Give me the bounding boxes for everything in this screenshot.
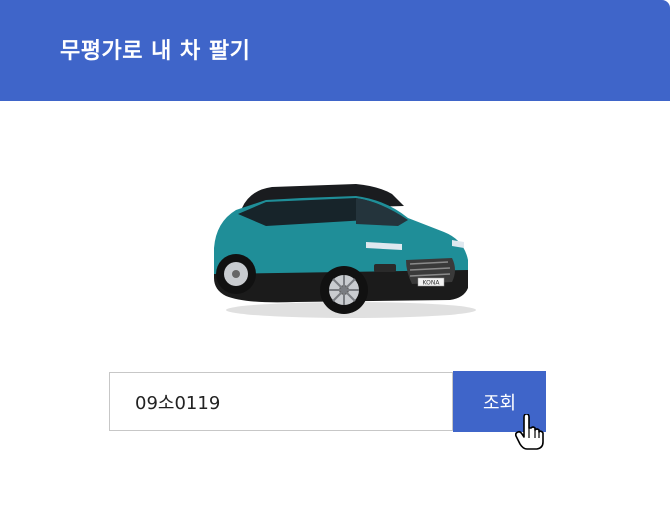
search-button-label: 조회 <box>482 392 517 414</box>
suv-car-image: KONA <box>214 184 476 318</box>
sell-car-card: 무평가로 내 차 팔기 KONA 09소0119 조회 <box>0 0 670 522</box>
car-image: KONA <box>206 178 476 326</box>
header: 무평가로 내 차 팔기 <box>0 0 670 101</box>
page-title: 무평가로 내 차 팔기 <box>60 39 251 64</box>
car-number-input[interactable] <box>110 373 452 430</box>
search-field <box>109 372 453 431</box>
hand-pointer-cursor-icon <box>515 414 544 450</box>
svg-text:KONA: KONA <box>423 280 441 287</box>
